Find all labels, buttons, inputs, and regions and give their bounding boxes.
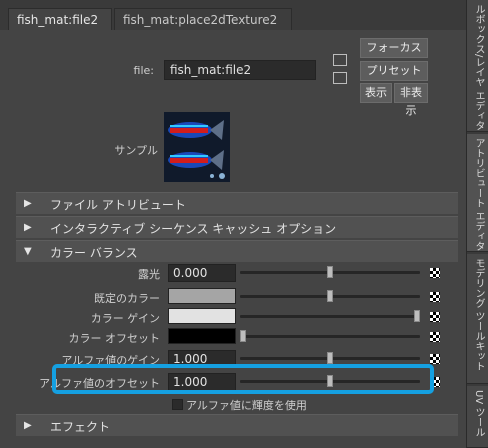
fish-texture-image (164, 112, 230, 182)
color-offset-label: カラー オフセット (68, 332, 161, 345)
collapse-triangle-icon: ▼ (24, 246, 32, 257)
file-name-field[interactable]: fish_mat:file2 (164, 60, 316, 80)
vtab-label: UV ツール (473, 390, 484, 438)
section-title: カラー バランス (50, 246, 138, 260)
texture-sample-thumbnail (164, 112, 230, 182)
show-button[interactable]: 表示 (360, 83, 392, 103)
exposure-label: 露光 (138, 268, 160, 281)
exposure-slider-handle[interactable] (327, 266, 333, 278)
sample-label: サンプル (114, 144, 158, 157)
expand-triangle-icon: ▶ (24, 198, 32, 209)
vtab-label: アトリビュート エディタ (473, 138, 484, 252)
alpha-is-luminance-label: アルファ値に輝度を使用 (186, 399, 307, 412)
vtab-label: ルボックス/レイヤ エディタ (473, 4, 484, 131)
alpha-is-luminance-checkbox[interactable] (172, 399, 183, 410)
color-offset-slider-handle[interactable] (240, 330, 246, 342)
vtab-label: モデリング ツールキット (473, 258, 484, 372)
tab-uv-toolkit[interactable]: UV ツール (467, 386, 488, 448)
default-color-label: 既定のカラー (94, 292, 160, 305)
right-panel-tabs: ルボックス/レイヤ エディタ アトリビュート エディタ モデリング ツールキット… (466, 0, 488, 448)
tab-place2dtexture2[interactable]: fish_mat:place2dTexture2 (114, 8, 292, 30)
hide-button[interactable]: 非表示 (394, 83, 428, 117)
color-gain-label: カラー ゲイン (90, 312, 160, 325)
default-color-swatch[interactable] (168, 288, 236, 304)
section-effects[interactable]: ▶ エフェクト (16, 414, 458, 436)
section-title: エフェクト (50, 420, 111, 434)
tab-modeling-toolkit[interactable]: モデリング ツールキット (467, 254, 488, 384)
alpha-offset-highlight-box (52, 364, 434, 394)
attribute-editor-tabbar: fish_mat:file2 fish_mat:place2dTexture2 (0, 0, 466, 30)
color-gain-slider-handle[interactable] (414, 310, 420, 322)
default-color-map-icon[interactable] (430, 292, 440, 302)
input-connection-icon[interactable] (333, 54, 347, 66)
tab-channel-box-layer-editor[interactable]: ルボックス/レイヤ エディタ (467, 0, 488, 132)
alpha-gain-slider-handle[interactable] (327, 352, 333, 364)
color-offset-swatch[interactable] (168, 328, 236, 344)
focus-button[interactable]: フォーカス (360, 38, 428, 58)
file-label: file: (133, 64, 154, 77)
color-gain-map-icon[interactable] (430, 312, 440, 322)
tab-fish-mat-file2[interactable]: fish_mat:file2 (8, 8, 112, 30)
output-connection-icon[interactable] (333, 72, 347, 84)
color-offset-map-icon[interactable] (430, 332, 440, 342)
section-title: インタラクティブ シーケンス キャッシュ オプション (50, 222, 337, 236)
section-title: ファイル アトリビュート (50, 198, 186, 212)
alpha-gain-map-icon[interactable] (430, 354, 440, 364)
section-color-balance[interactable]: ▼ カラー バランス (16, 240, 458, 262)
preset-button[interactable]: プリセット (360, 61, 428, 81)
color-gain-swatch[interactable] (168, 308, 236, 324)
section-file-attributes[interactable]: ▶ ファイル アトリビュート (16, 192, 458, 214)
color-offset-slider[interactable] (240, 335, 420, 338)
section-interactive-sequence[interactable]: ▶ インタラクティブ シーケンス キャッシュ オプション (16, 216, 458, 238)
color-gain-slider[interactable] (240, 315, 420, 318)
default-color-slider-handle[interactable] (327, 290, 333, 302)
exposure-map-icon[interactable] (430, 268, 440, 278)
expand-triangle-icon: ▶ (24, 222, 32, 233)
exposure-field[interactable]: 0.000 (168, 264, 236, 282)
tab-attribute-editor[interactable]: アトリビュート エディタ (467, 134, 488, 252)
expand-triangle-icon: ▶ (24, 420, 32, 431)
